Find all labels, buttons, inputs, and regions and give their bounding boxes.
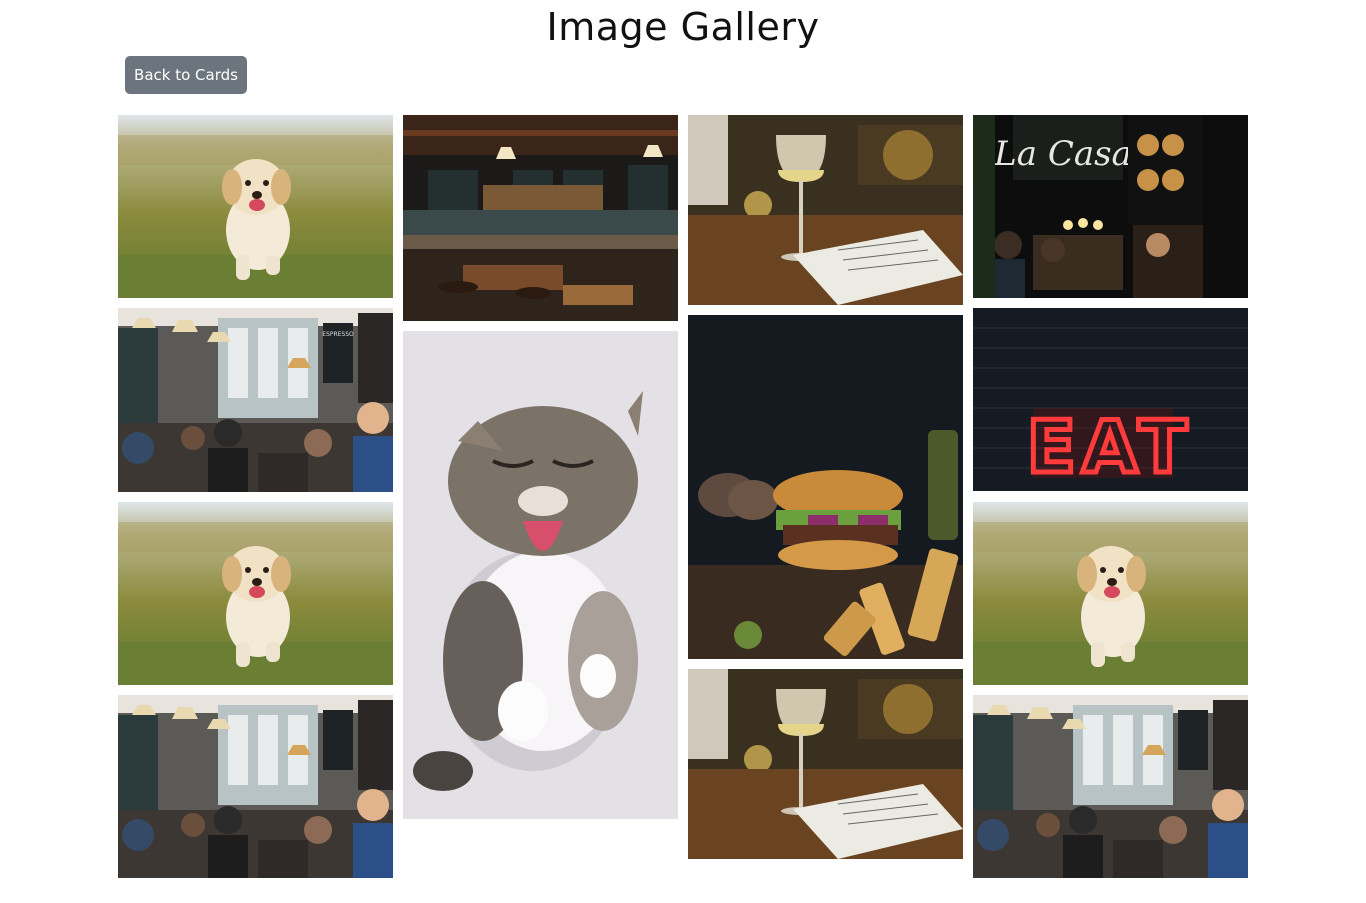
back-to-cards-button[interactable]: Back to Cards [125, 56, 247, 94]
la-casa-storefront-photo[interactable]: La Casa [973, 115, 1248, 298]
eat-sign-text: EAT [1027, 405, 1193, 489]
burger-fries-photo[interactable] [688, 315, 963, 659]
la-casa-sign-text: La Casa [993, 134, 1132, 174]
cafe-interior-photo[interactable]: ESPRESSO [118, 308, 393, 492]
cafe-interior-photo[interactable] [118, 695, 393, 878]
gallery-page: Image Gallery Back to Cards ESPRESSO La … [0, 0, 1366, 903]
puppy-photo[interactable] [118, 502, 393, 685]
eat-neon-sign-photo[interactable]: EAT [973, 308, 1248, 491]
wine-glass-menu-photo[interactable] [688, 669, 963, 859]
cafe-interior-photo[interactable] [973, 695, 1248, 878]
kitten-photo[interactable] [403, 331, 678, 819]
bar-counter-photo[interactable] [403, 115, 678, 321]
page-title: Image Gallery [546, 5, 820, 49]
espresso-sign-text: ESPRESSO [322, 331, 354, 338]
puppy-photo[interactable] [973, 502, 1248, 685]
wine-glass-menu-photo[interactable] [688, 115, 963, 305]
puppy-photo[interactable] [118, 115, 393, 298]
